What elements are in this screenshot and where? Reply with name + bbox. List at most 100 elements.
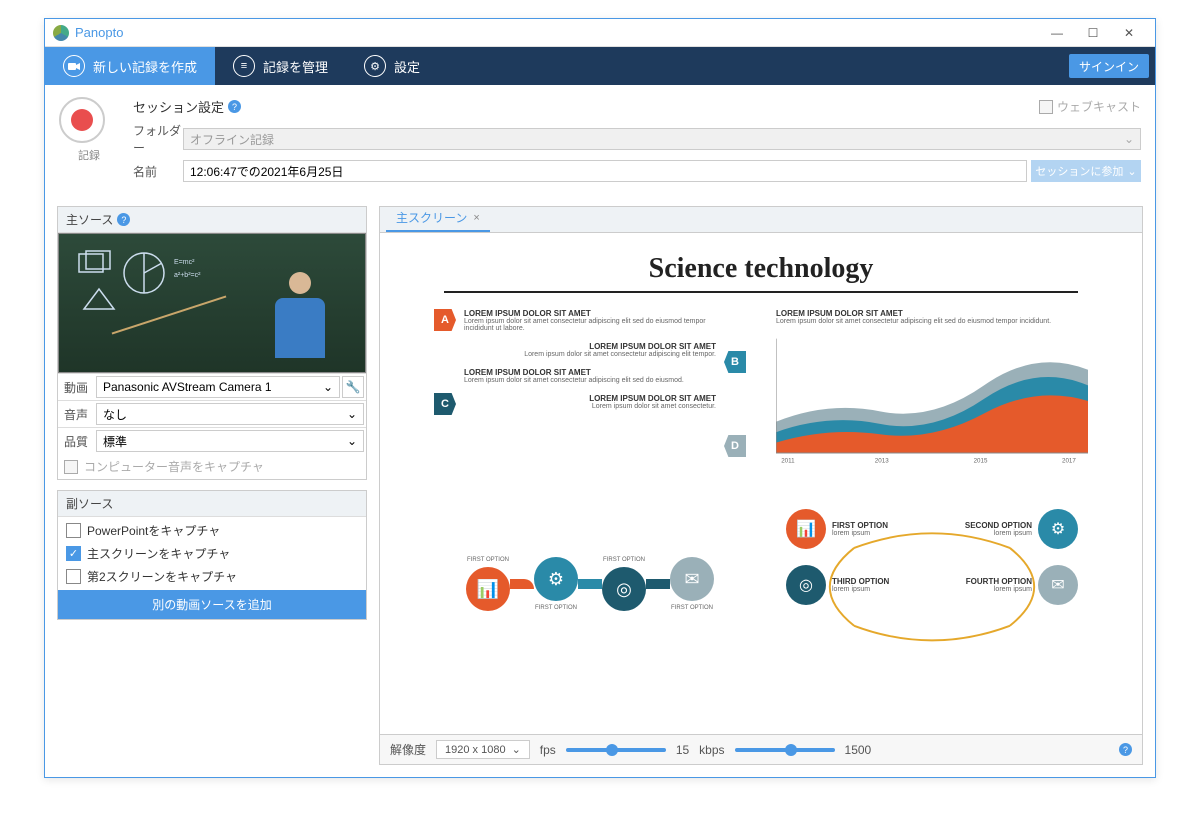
- slide-quadrant-bullets: A B C D LOREM IPSUM DOLOR SIT AMETLorem …: [434, 309, 746, 479]
- capture-statusbar: 解像度 1920 x 1080 ⌄ fps 15 kbps 1500 ?: [380, 734, 1142, 764]
- webcast-label: ウェブキャスト: [1057, 98, 1141, 115]
- primary-source-panel: 主ソース ? E=mc² a²+b²=: [57, 206, 367, 480]
- kbps-value: 1500: [845, 743, 872, 757]
- main-screen-tab[interactable]: 主スクリーン ×: [386, 205, 490, 232]
- flow-node-icon: ✉: [670, 557, 714, 601]
- list-icon: ≡: [233, 55, 255, 77]
- join-session-button[interactable]: セッションに参加 ⌄: [1031, 160, 1141, 182]
- badge-c-icon: C: [434, 393, 456, 415]
- chevron-down-icon: ⌄: [323, 380, 333, 394]
- signin-button[interactable]: サインイン: [1069, 54, 1149, 78]
- record-button[interactable]: [59, 97, 105, 143]
- resolution-select[interactable]: 1920 x 1080 ⌄: [436, 740, 530, 759]
- camera-icon: [63, 55, 85, 77]
- flow-node-icon: ⚙: [534, 557, 578, 601]
- capture-main-screen-row[interactable]: ✓ 主スクリーンをキャプチャ: [58, 542, 366, 565]
- badge-b-icon: B: [724, 351, 746, 373]
- badge-d-icon: D: [724, 435, 746, 457]
- fps-value: 15: [676, 743, 689, 757]
- flow-node-icon: ◎: [602, 567, 646, 611]
- svg-text:a²+b²=c²: a²+b²=c²: [174, 272, 201, 279]
- capture-main-screen-checkbox[interactable]: ✓: [66, 546, 81, 561]
- option-icon: ⚙: [1038, 509, 1078, 549]
- name-input[interactable]: 12:06:47での2021年6月25日: [183, 160, 1027, 182]
- fps-label: fps: [540, 743, 556, 757]
- capture-computer-audio-label: コンピューター音声をキャプチャ: [84, 458, 264, 475]
- app-logo-icon: [53, 25, 69, 41]
- app-title: Panopto: [75, 25, 123, 40]
- folder-select[interactable]: オフライン記録 ⌄: [183, 128, 1141, 150]
- badge-a-icon: A: [434, 309, 456, 331]
- session-settings-header: セッション設定: [133, 97, 224, 116]
- capture-tabs: 主スクリーン ×: [380, 207, 1142, 233]
- name-value: 12:06:47での2021年6月25日: [190, 163, 343, 180]
- area-chart: 2011 2013 2015 2017: [776, 331, 1088, 471]
- screen-capture-panel: 主スクリーン × Science technology A B C D LORE…: [379, 206, 1143, 765]
- chevron-down-icon: ⌄: [347, 407, 357, 421]
- resolution-label: 解像度: [390, 741, 426, 758]
- capture-screen2-checkbox[interactable]: [66, 569, 81, 584]
- capture-powerpoint-row[interactable]: PowerPointをキャプチャ: [58, 519, 366, 542]
- quality-label: 品質: [58, 433, 94, 450]
- screen-preview: Science technology A B C D LOREM IPSUM D…: [380, 233, 1142, 734]
- slide-title: Science technology: [404, 253, 1118, 285]
- manage-recordings-button[interactable]: ≡ 記録を管理: [215, 47, 346, 85]
- fps-slider[interactable]: [566, 748, 666, 752]
- maximize-button[interactable]: ☐: [1075, 23, 1111, 43]
- capture-screen2-row[interactable]: 第2スクリーンをキャプチャ: [58, 565, 366, 588]
- svg-text:2015: 2015: [974, 457, 988, 464]
- record-label: 記録: [59, 147, 119, 163]
- primary-source-header: 主ソース: [66, 211, 113, 228]
- capture-powerpoint-checkbox[interactable]: [66, 523, 81, 538]
- folder-label: フォルダー: [133, 122, 183, 156]
- new-recording-button[interactable]: 新しい記録を作成: [45, 47, 215, 85]
- app-window: Panopto — ☐ ✕ 新しい記録を作成 ≡ 記録を管理 ⚙ 設定 サインイ…: [44, 18, 1156, 778]
- flow-node-icon: 📊: [466, 567, 510, 611]
- settings-label: 設定: [394, 57, 420, 76]
- close-tab-icon[interactable]: ×: [473, 212, 479, 224]
- quality-select[interactable]: 標準 ⌄: [96, 430, 364, 452]
- webcast-checkbox[interactable]: [1039, 100, 1053, 114]
- slide-divider: [444, 291, 1078, 293]
- slide-quadrant-chart: LOREM IPSUM DOLOR SIT AMETLorem ipsum do…: [776, 309, 1088, 479]
- record-icon: [71, 109, 93, 131]
- audio-label: 音声: [58, 406, 94, 423]
- chevron-down-icon: ⌄: [1127, 165, 1136, 178]
- new-recording-label: 新しい記録を作成: [93, 57, 197, 76]
- chevron-down-icon: ⌄: [512, 743, 521, 756]
- camera-preview: E=mc² a²+b²=c²: [58, 233, 366, 373]
- option-icon: ✉: [1038, 565, 1078, 605]
- option-icon: 📊: [786, 509, 826, 549]
- kbps-slider[interactable]: [735, 748, 835, 752]
- slide-quadrant-flow: FIRST OPTION📊 ⚙FIRST OPTION FIRST OPTION…: [434, 499, 746, 669]
- capture-computer-audio-checkbox[interactable]: [64, 460, 78, 474]
- primary-help-icon[interactable]: ?: [117, 213, 130, 226]
- main-toolbar: 新しい記録を作成 ≡ 記録を管理 ⚙ 設定 サインイン: [45, 47, 1155, 85]
- slide-quadrant-options: 📊FIRST OPTIONlorem ipsum ⚙SECOND OPTIONl…: [776, 499, 1088, 669]
- add-video-source-button[interactable]: 別の動画ソースを追加: [58, 590, 366, 619]
- svg-text:E=mc²: E=mc²: [174, 259, 195, 266]
- minimize-button[interactable]: —: [1039, 23, 1075, 43]
- session-help-icon[interactable]: ?: [228, 100, 241, 113]
- wrench-icon: 🔧: [346, 380, 361, 394]
- secondary-source-header: 副ソース: [66, 495, 113, 512]
- close-button[interactable]: ✕: [1111, 23, 1147, 43]
- option-icon: ◎: [786, 565, 826, 605]
- video-settings-button[interactable]: 🔧: [342, 376, 364, 398]
- name-label: 名前: [133, 163, 183, 180]
- titlebar: Panopto — ☐ ✕: [45, 19, 1155, 47]
- status-help-icon[interactable]: ?: [1119, 743, 1132, 756]
- secondary-source-panel: 副ソース PowerPointをキャプチャ ✓ 主スクリーンをキャプチャ 第2ス…: [57, 490, 367, 620]
- video-label: 動画: [58, 379, 94, 396]
- gear-icon: ⚙: [364, 55, 386, 77]
- manage-label: 記録を管理: [263, 57, 328, 76]
- audio-select[interactable]: なし ⌄: [96, 403, 364, 425]
- video-select[interactable]: Panasonic AVStream Camera 1 ⌄: [96, 376, 340, 398]
- folder-value: オフライン記録: [190, 131, 274, 148]
- chevron-down-icon: ⌄: [1124, 132, 1134, 146]
- svg-text:2011: 2011: [781, 457, 795, 464]
- kbps-label: kbps: [699, 743, 724, 757]
- chevron-down-icon: ⌄: [347, 434, 357, 448]
- settings-button[interactable]: ⚙ 設定: [346, 47, 438, 85]
- svg-text:2017: 2017: [1062, 457, 1076, 464]
